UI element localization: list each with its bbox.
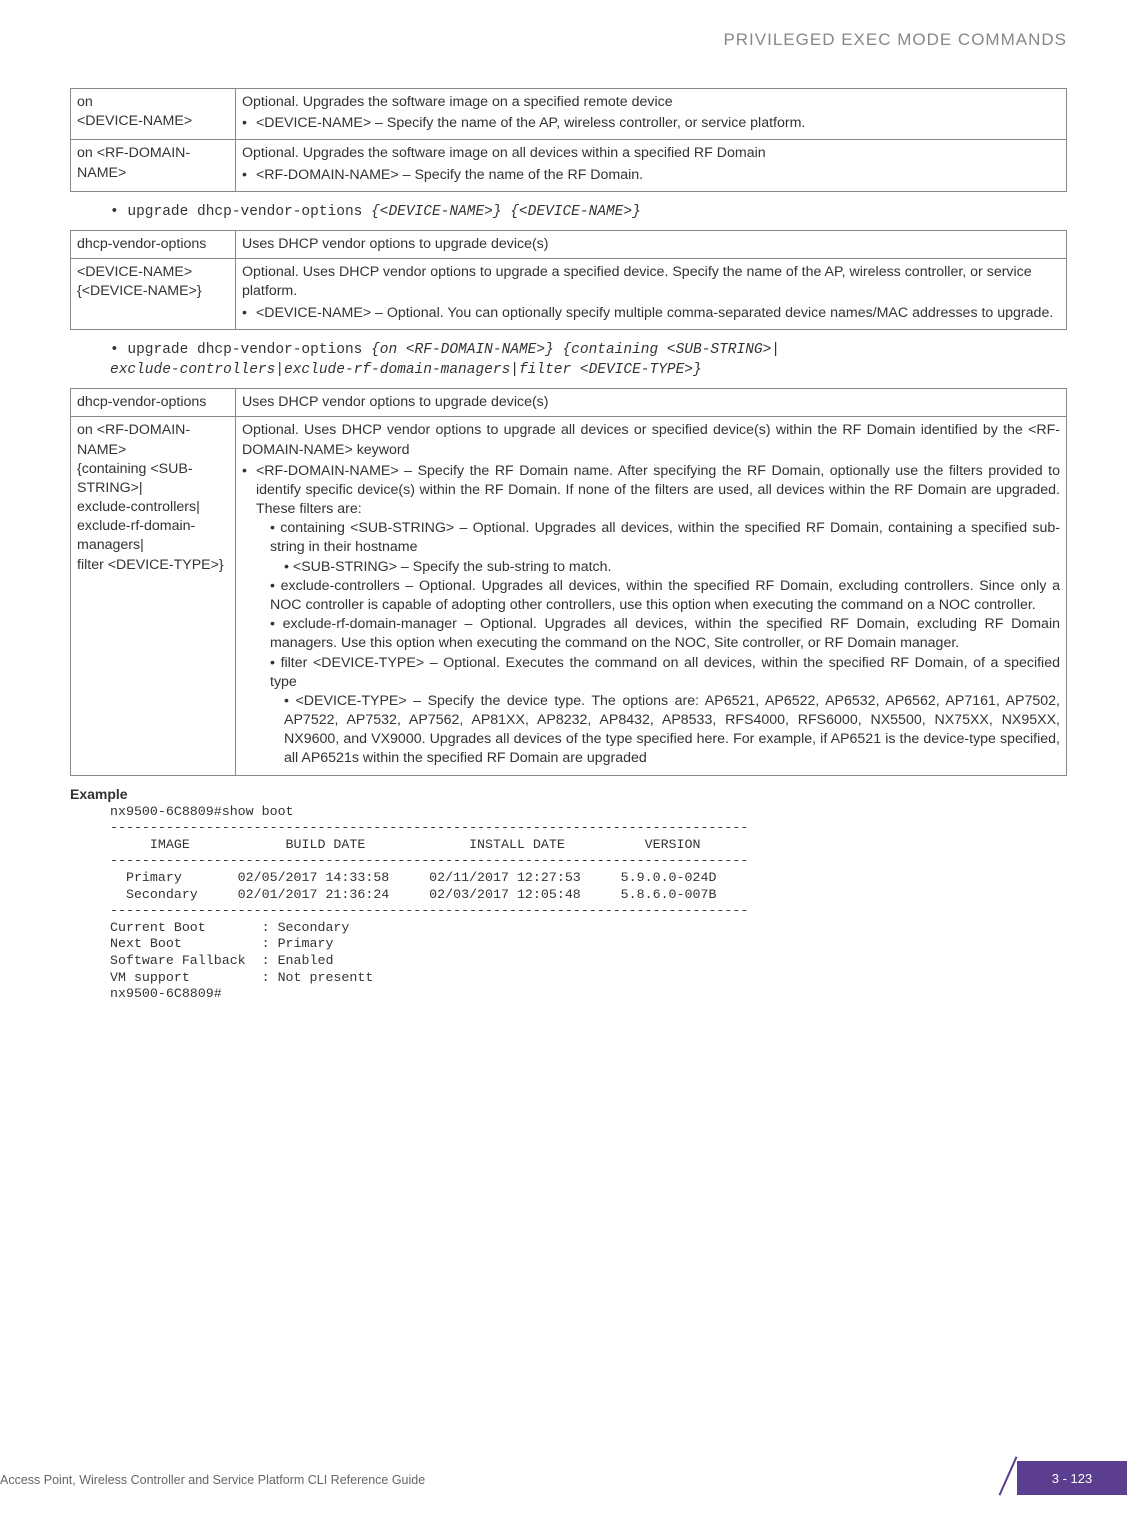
text: <DEVICE-NAME> {<DEVICE-NAME>}: [77, 264, 202, 299]
param-name-cell: dhcp-vendor-options: [71, 230, 236, 258]
param-desc-cell: Optional. Uses DHCP vendor options to up…: [236, 259, 1067, 330]
text: <RF-DOMAIN-NAME> – Specify the RF Domain…: [256, 463, 1060, 517]
list-item: <RF-DOMAIN-NAME> – Specify the name of t…: [242, 166, 1060, 185]
text: {<DEVICE-NAME>} {<DEVICE-NAME>}: [371, 204, 641, 220]
text: on <DEVICE-NAME>: [77, 94, 192, 129]
footer-guide-title: Access Point, Wireless Controller and Se…: [0, 1473, 425, 1487]
param-table-3: dhcp-vendor-options Uses DHCP vendor opt…: [70, 388, 1067, 775]
text: <DEVICE-NAME> – Optional. You can option…: [256, 305, 1053, 321]
param-desc-cell: Optional. Upgrades the software image on…: [236, 140, 1067, 191]
list-item: <DEVICE-NAME> – Specify the name of the …: [242, 114, 1060, 133]
text: Optional. Uses DHCP vendor options to up…: [242, 263, 1060, 301]
text: • upgrade dhcp-vendor-options: [110, 204, 371, 220]
param-desc-cell: Uses DHCP vendor options to upgrade devi…: [236, 230, 1067, 258]
text: <SUB-STRING> – Specify the sub-string to…: [293, 559, 612, 575]
text: dhcp-vendor-options: [77, 236, 206, 252]
text: on <RF-DOMAIN-NAME>: [77, 145, 190, 180]
page-header: PRIVILEGED EXEC MODE COMMANDS: [70, 30, 1067, 50]
text: dhcp-vendor-options: [77, 394, 206, 410]
param-name-cell: <DEVICE-NAME> {<DEVICE-NAME>}: [71, 259, 236, 330]
table-row: dhcp-vendor-options Uses DHCP vendor opt…: [71, 230, 1067, 258]
param-name-cell: on <RF-DOMAIN-NAME>: [71, 140, 236, 191]
text: Optional. Uses DHCP vendor options to up…: [242, 421, 1060, 459]
list-item: <RF-DOMAIN-NAME> – Specify the RF Domain…: [242, 462, 1060, 769]
param-desc-cell: Optional. Upgrades the software image on…: [236, 89, 1067, 140]
text: filter <DEVICE-TYPE> – Optional. Execute…: [270, 655, 1060, 690]
param-name-cell: on <DEVICE-NAME>: [71, 89, 236, 140]
table-row: <DEVICE-NAME> {<DEVICE-NAME>} Optional. …: [71, 259, 1067, 330]
param-table-1: on <DEVICE-NAME> Optional. Upgrades the …: [70, 88, 1067, 192]
table-row: on <RF-DOMAIN-NAME> {containing <SUB-STR…: [71, 417, 1067, 775]
footer-page-box: 3 - 123: [987, 1461, 1127, 1495]
param-desc-cell: Uses DHCP vendor options to upgrade devi…: [236, 389, 1067, 417]
list-item: • exclude-controllers – Optional. Upgrad…: [270, 577, 1060, 615]
table-row: dhcp-vendor-options Uses DHCP vendor opt…: [71, 389, 1067, 417]
text: Uses DHCP vendor options to upgrade devi…: [242, 394, 549, 410]
list-item: • exclude-rf-domain-manager – Optional. …: [270, 615, 1060, 653]
text: • upgrade dhcp-vendor-options: [110, 342, 371, 358]
page-number: 3 - 123: [1017, 1461, 1127, 1495]
param-name-cell: on <RF-DOMAIN-NAME> {containing <SUB-STR…: [71, 417, 236, 775]
text: Optional. Upgrades the software image on…: [242, 93, 1060, 112]
text: Uses DHCP vendor options to upgrade devi…: [242, 236, 549, 252]
list-item: • filter <DEVICE-TYPE> – Optional. Execu…: [270, 654, 1060, 692]
text: Optional. Upgrades the software image on…: [242, 144, 1060, 163]
page-footer: Access Point, Wireless Controller and Se…: [0, 1455, 1127, 1495]
text: containing <SUB-STRING> – Optional. Upgr…: [270, 520, 1060, 555]
command-syntax: • upgrade dhcp-vendor-options {<DEVICE-N…: [110, 202, 1067, 222]
table-row: on <RF-DOMAIN-NAME> Optional. Upgrades t…: [71, 140, 1067, 191]
list-item: • <DEVICE-TYPE> – Specify the device typ…: [270, 692, 1060, 769]
param-name-cell: dhcp-vendor-options: [71, 389, 236, 417]
text: <RF-DOMAIN-NAME> – Specify the name of t…: [256, 167, 643, 183]
param-table-2: dhcp-vendor-options Uses DHCP vendor opt…: [70, 230, 1067, 330]
text: exclude-rf-domain-manager – Optional. Up…: [270, 616, 1060, 651]
list-item: • <SUB-STRING> – Specify the sub-string …: [270, 558, 1060, 577]
param-desc-cell: Optional. Uses DHCP vendor options to up…: [236, 417, 1067, 775]
table-row: on <DEVICE-NAME> Optional. Upgrades the …: [71, 89, 1067, 140]
text: exclude-controllers – Optional. Upgrades…: [270, 578, 1060, 613]
text: <DEVICE-TYPE> – Specify the device type.…: [284, 693, 1060, 767]
list-item: <DEVICE-NAME> – Optional. You can option…: [242, 304, 1060, 323]
command-syntax: • upgrade dhcp-vendor-options {on <RF-DO…: [110, 340, 1067, 381]
text: on <RF-DOMAIN-NAME> {containing <SUB-STR…: [77, 422, 224, 572]
example-heading: Example: [70, 786, 1067, 802]
text: <DEVICE-NAME> – Specify the name of the …: [256, 115, 805, 131]
list-item: • containing <SUB-STRING> – Optional. Up…: [270, 519, 1060, 557]
terminal-output: nx9500-6C8809#show boot ----------------…: [110, 804, 1067, 1003]
